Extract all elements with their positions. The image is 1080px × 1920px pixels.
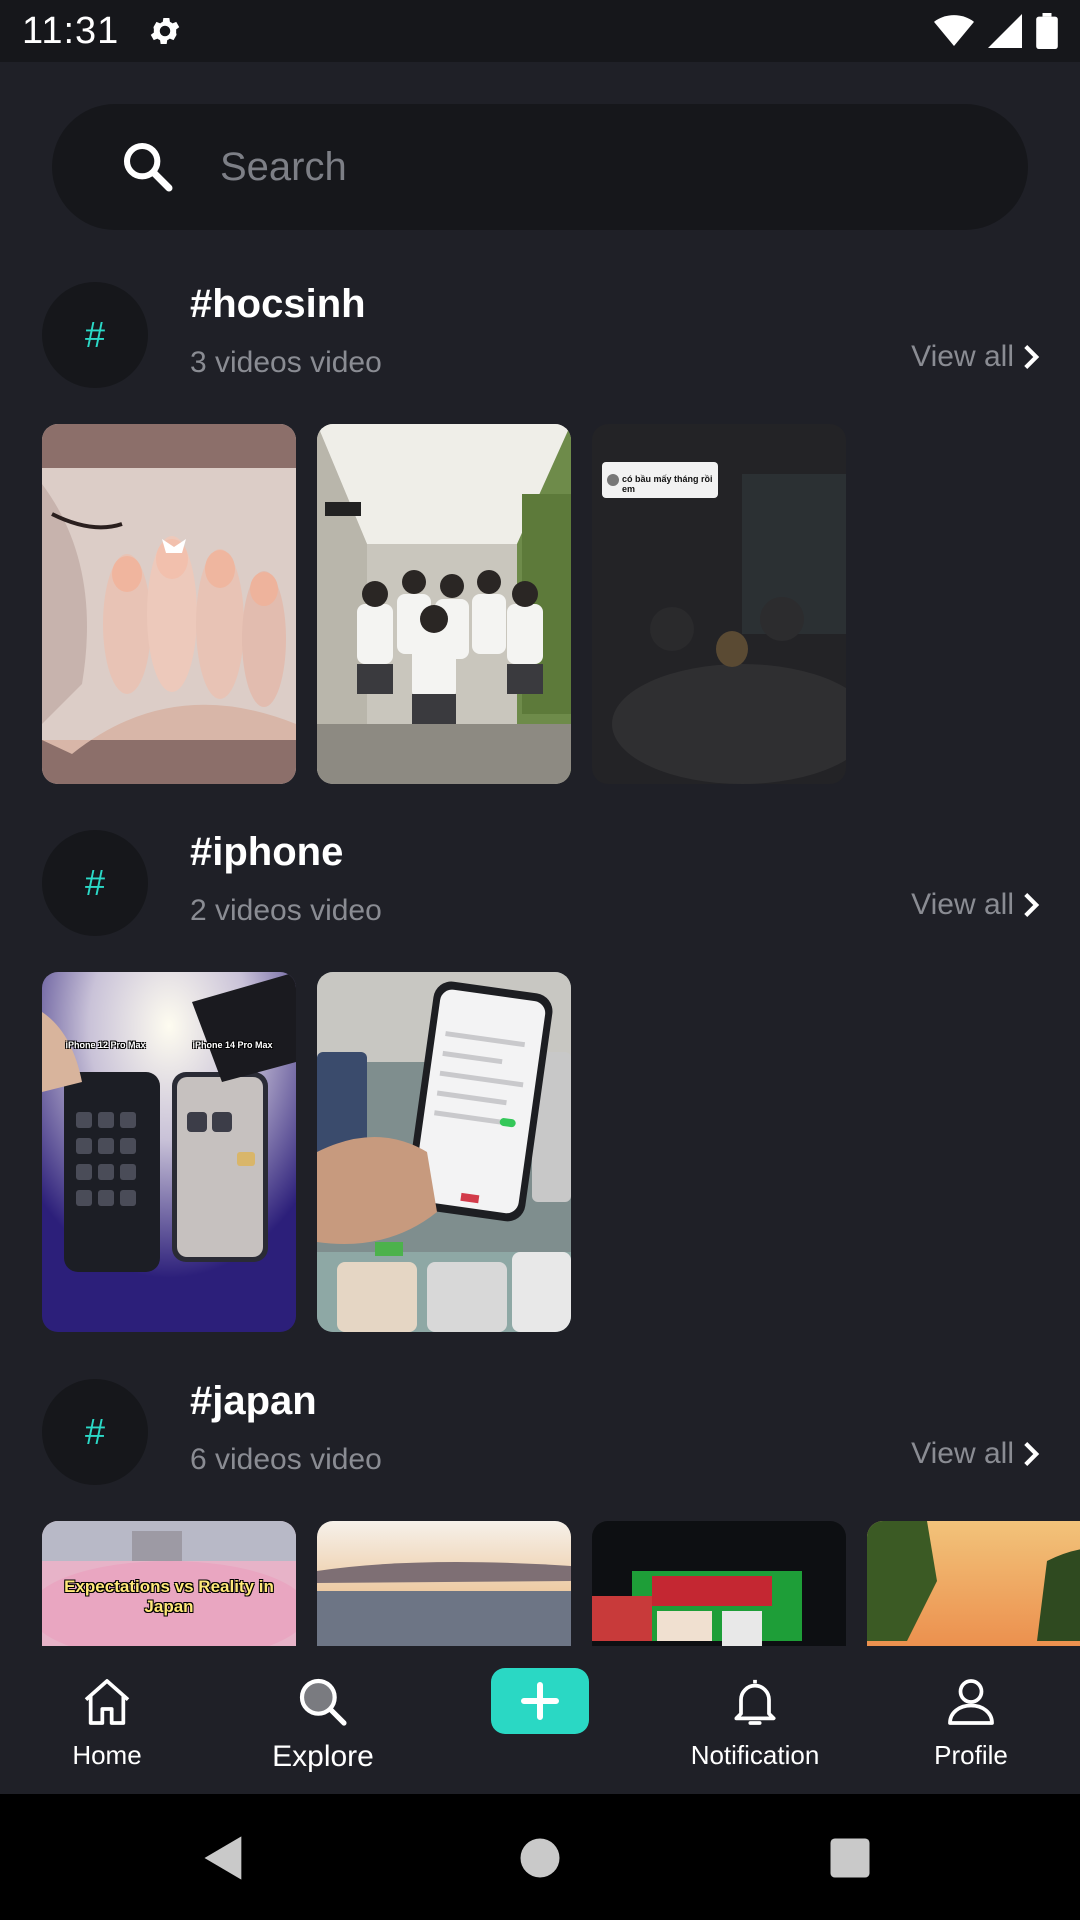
video-thumbnail[interactable] (317, 424, 571, 784)
hashtag-section-hocsinh: # #hocsinh 3 videos video View all có bầ… (0, 282, 1080, 786)
view-all-link[interactable]: View all (911, 340, 1042, 374)
recents-icon[interactable] (824, 1832, 876, 1884)
view-all-label: View all (911, 340, 1014, 373)
nav-explore[interactable]: Explore (233, 1646, 413, 1794)
hashtag-header[interactable]: # #iphone 2 videos video View all (42, 830, 1042, 936)
hashtag-section-iphone: # #iphone 2 videos video View all iPhone… (0, 830, 1080, 1334)
thumbnail-caption: iPhone 12 Pro Max (65, 1040, 146, 1050)
video-thumbnail[interactable]: có bầu mấy tháng rồi em (592, 424, 846, 784)
bell-icon (734, 1679, 776, 1725)
nav-notification-label: Notification (690, 1740, 820, 1770)
hashtag-video-count: 3 videos video (190, 346, 382, 379)
hashtag-title: #hocsinh (190, 282, 366, 326)
nav-home-label: Home (72, 1740, 142, 1770)
chevron-right-icon (1024, 893, 1040, 917)
view-all-label: View all (911, 888, 1014, 921)
view-all-link[interactable]: View all (911, 1437, 1042, 1471)
gear-icon (151, 17, 180, 45)
status-icons (934, 13, 1058, 49)
view-all-link[interactable]: View all (911, 888, 1042, 922)
video-thumbnail[interactable] (42, 424, 296, 784)
nav-home[interactable]: Home (17, 1646, 197, 1794)
hashtag-video-count: 6 videos video (190, 1443, 382, 1476)
person-icon (948, 1679, 994, 1725)
thumbnail-caption: iPhone 14 Pro Max (192, 1040, 273, 1050)
search-bar[interactable] (52, 104, 1028, 230)
video-thumbnail[interactable] (317, 972, 571, 1332)
status-time: 11:31 (22, 9, 120, 52)
nav-notification[interactable]: Notification (665, 1646, 845, 1794)
status-bar: 11:31 (0, 0, 1080, 62)
video-thumbnail[interactable]: Expectations vs Reality in Japan (42, 1521, 296, 1646)
explore-screen: 11:31 # #hocsinh 3 vide (0, 0, 1080, 1920)
chevron-right-icon (1024, 1442, 1040, 1466)
chevron-right-icon (1024, 345, 1040, 369)
video-thumbnail[interactable]: iPhone 12 Pro Max iPhone 14 Pro Max (42, 972, 296, 1332)
search-input[interactable] (220, 144, 920, 190)
hashtag-title: #iphone (190, 830, 344, 874)
video-thumbnail-row: iPhone 12 Pro Max iPhone 14 Pro Max (42, 972, 571, 1332)
thumbnail-caption: có bầu mấy tháng rồi em (622, 474, 713, 494)
hashtag-icon: # (42, 282, 148, 388)
home-circle-icon[interactable] (514, 1832, 566, 1884)
nav-explore-label: Explore (272, 1740, 374, 1773)
home-icon (84, 1679, 130, 1725)
search-icon (123, 142, 173, 192)
hashtag-header[interactable]: # #japan 6 videos video View all (42, 1379, 1042, 1485)
back-icon[interactable] (198, 1832, 250, 1884)
nav-profile[interactable]: Profile (881, 1646, 1061, 1794)
plus-icon (521, 1682, 559, 1720)
hashtag-header[interactable]: # #hocsinh 3 videos video View all (42, 282, 1042, 388)
signal-icon (988, 14, 1022, 48)
nav-profile-label: Profile (934, 1740, 1008, 1770)
bottom-navigation: Home Explore Notification Profile (0, 1646, 1080, 1794)
hashtag-icon: # (42, 1379, 148, 1485)
battery-icon (1036, 13, 1058, 49)
wifi-icon (934, 15, 974, 46)
video-thumbnail[interactable] (867, 1521, 1080, 1646)
video-thumbnail[interactable] (317, 1521, 571, 1646)
system-navigation-bar (0, 1794, 1080, 1920)
view-all-label: View all (911, 1437, 1014, 1470)
video-thumbnail-row: có bầu mấy tháng rồi em (42, 424, 846, 784)
hashtag-icon: # (42, 830, 148, 936)
search-icon (299, 1678, 347, 1726)
hashtag-title: #japan (190, 1379, 317, 1423)
video-thumbnail[interactable] (592, 1521, 846, 1646)
hashtag-section-japan: # #japan 6 videos video View all Expecta… (0, 1379, 1080, 1646)
thumbnail-caption: Expectations vs Reality in Japan (64, 1577, 274, 1616)
video-thumbnail-row: Expectations vs Reality in Japan (42, 1521, 1080, 1646)
add-video-button[interactable] (491, 1668, 589, 1734)
hashtag-video-count: 2 videos video (190, 894, 382, 927)
